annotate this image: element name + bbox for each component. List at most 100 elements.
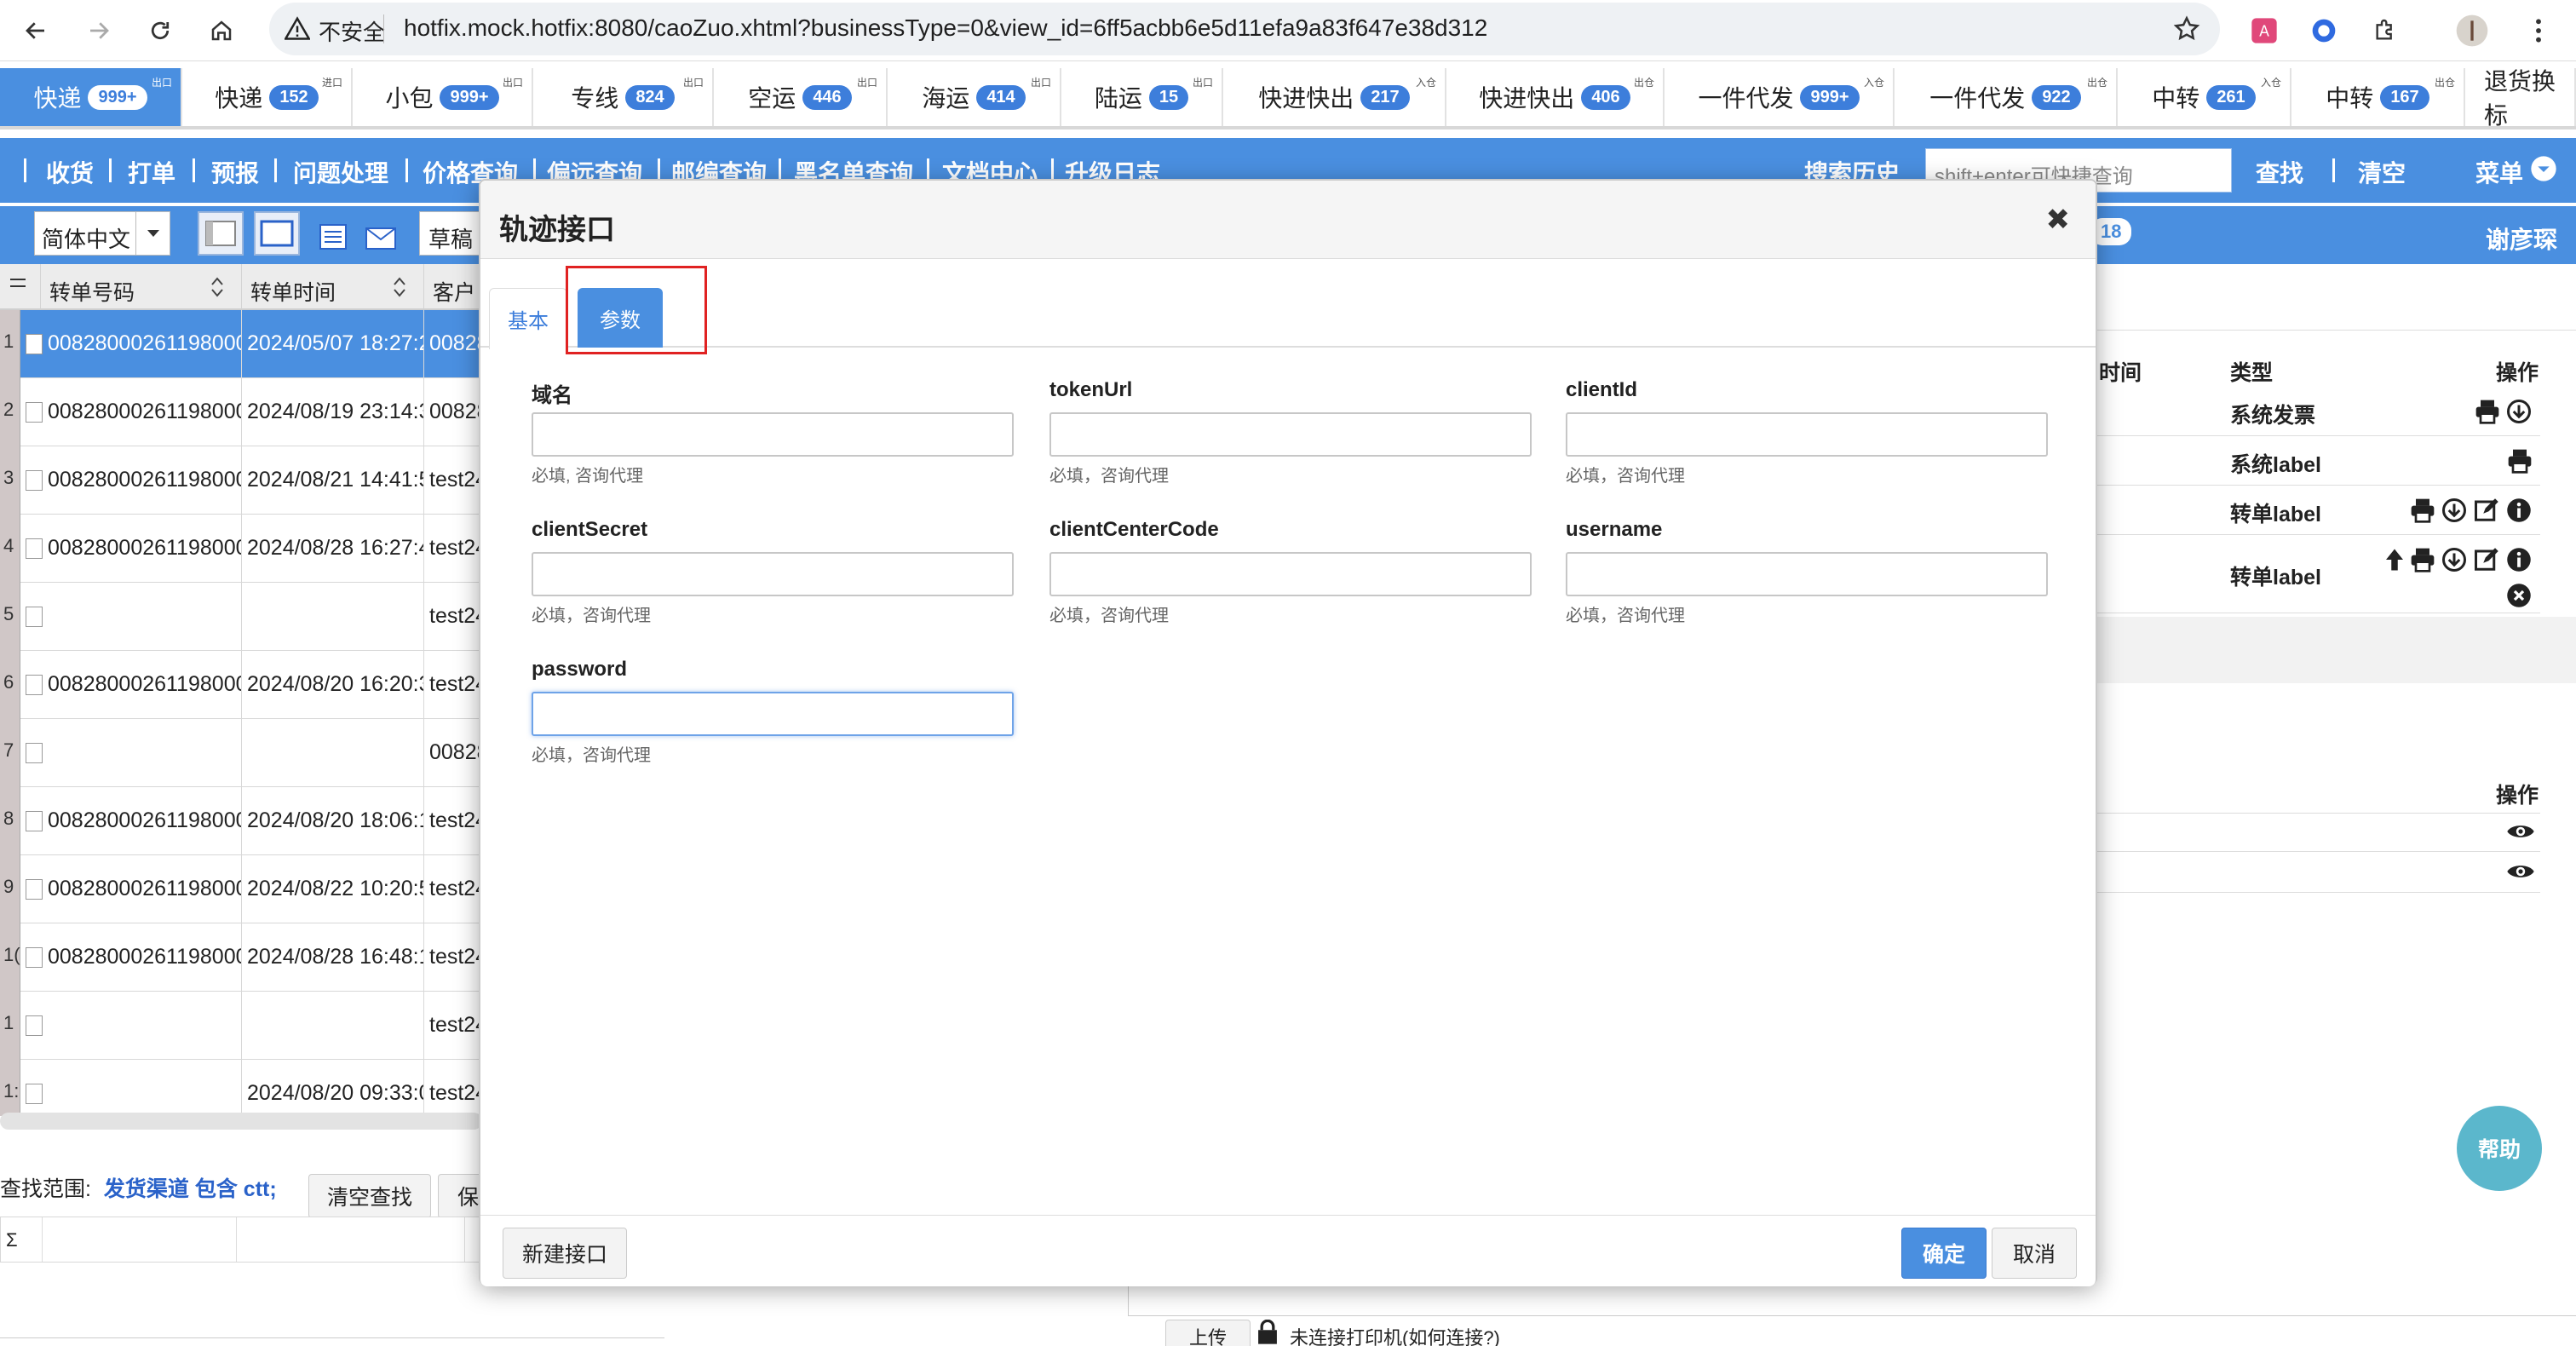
profile-avatar-icon[interactable] — [2453, 12, 2491, 49]
scope-value[interactable]: 发货渠道 包含 ctt; — [104, 1177, 277, 1201]
tree-icon[interactable] — [2382, 547, 2407, 572]
row-checkbox[interactable] — [26, 607, 43, 627]
tab-return-relabel[interactable]: 退货换标 — [2465, 68, 2576, 129]
clientid-input[interactable] — [1566, 412, 2048, 457]
row-checkbox[interactable] — [26, 947, 43, 968]
draft-select[interactable]: 草稿 — [419, 211, 487, 256]
table-row[interactable]: 8 00828000261198000 2024/08/20 18:06:1 test… — [0, 787, 482, 855]
row-checkbox[interactable] — [26, 1015, 43, 1036]
row-checkbox[interactable] — [26, 811, 43, 831]
bookmark-star-icon[interactable] — [2172, 14, 2201, 43]
table-corner[interactable] — [0, 264, 41, 310]
menu-button[interactable]: 菜单 — [2475, 155, 2523, 189]
table-row[interactable]: 1: 2024/08/20 09:33:0 test24 — [0, 1060, 482, 1116]
new-interface-button[interactable]: 新建接口 — [503, 1228, 627, 1279]
menu-chevron-icon[interactable] — [2530, 155, 2557, 182]
delete-icon[interactable] — [2506, 583, 2532, 608]
tab-fast-in[interactable]: 快进快出 217 入仓 — [1223, 68, 1446, 126]
tab-transit-in[interactable]: 中转 261 入仓 — [2118, 68, 2291, 126]
url-text[interactable]: hotfix.mock.hotfix:8080/caoZuo.xhtml?bus… — [404, 14, 1487, 42]
download-icon[interactable] — [2506, 399, 2532, 424]
nav-forecast[interactable]: 预报 — [211, 155, 259, 189]
row-checkbox[interactable] — [26, 879, 43, 900]
confirm-button[interactable]: 确定 — [1901, 1228, 1987, 1279]
row-checkbox[interactable] — [26, 675, 43, 695]
table-row[interactable]: 1(00828000261198000 2024/08/28 16:48:1 tes… — [0, 923, 482, 992]
extensions-puzzle-icon[interactable] — [2366, 12, 2404, 49]
table-row[interactable]: 3 00828000261198000 2024/08/21 14:41:5 test… — [0, 446, 482, 515]
row-checkbox[interactable] — [26, 538, 43, 559]
edit-icon[interactable] — [2474, 498, 2499, 523]
eye-icon[interactable] — [2506, 860, 2535, 883]
tab-transit-out[interactable]: 中转 167 出仓 — [2291, 68, 2465, 126]
nav-print[interactable]: 打单 — [128, 155, 175, 189]
row-checkbox[interactable] — [26, 470, 43, 491]
table-row[interactable]: 6 00828000261198000 2024/08/20 16:20:3 test… — [0, 651, 482, 719]
tokenurl-input[interactable] — [1049, 412, 1532, 457]
eye-icon[interactable] — [2506, 820, 2535, 843]
tab-sea-freight[interactable]: 海运 414 出口 — [888, 68, 1061, 126]
download-icon[interactable] — [2441, 547, 2467, 572]
printer-icon[interactable] — [2409, 547, 2436, 572]
username-input[interactable] — [1566, 552, 2048, 596]
clientsecret-input[interactable] — [532, 552, 1014, 596]
back-icon[interactable] — [17, 12, 55, 49]
address-bar[interactable]: 不安全 hotfix.mock.hotfix:8080/caoZuo.xhtml… — [269, 3, 2220, 55]
row-checkbox[interactable] — [26, 334, 43, 354]
home-icon[interactable] — [203, 12, 240, 49]
table-row[interactable]: 7 00828 — [0, 719, 482, 787]
help-button[interactable]: 帮助 — [2457, 1106, 2542, 1191]
row-checkbox[interactable] — [26, 402, 43, 423]
clear-search-button[interactable]: 清空查找 — [308, 1174, 431, 1218]
cancel-button[interactable]: 取消 — [1992, 1228, 2077, 1279]
save-button[interactable]: 保 — [438, 1174, 482, 1218]
table-row[interactable]: 4 00828000261198000 2024/08/28 16:27:4 test… — [0, 515, 482, 583]
printer-icon[interactable] — [2409, 498, 2436, 523]
tab-express-import[interactable]: 快递 152 进口 — [182, 68, 353, 126]
layout-wide-icon[interactable] — [254, 211, 300, 256]
tab-fast-out[interactable]: 快进快出 406 出仓 — [1446, 68, 1665, 126]
tab-express-export[interactable]: 快递 999+ 出口 — [0, 68, 182, 126]
mail-icon[interactable] — [365, 227, 397, 250]
password-input[interactable] — [532, 692, 1014, 736]
horizontal-scrollbar[interactable] — [0, 1113, 482, 1130]
language-select[interactable]: 简体中文 — [34, 211, 170, 256]
upload-button[interactable]: 上传 — [1165, 1320, 1251, 1346]
sort-icon[interactable] — [210, 276, 224, 298]
clientcentercode-input[interactable] — [1049, 552, 1532, 596]
table-row[interactable]: 1 00828000261198000 2024/05/07 18:27:2 0082… — [0, 310, 482, 378]
download-icon[interactable] — [2441, 498, 2467, 523]
edit-icon[interactable] — [2474, 547, 2499, 572]
nav-receive[interactable]: 收货 — [46, 155, 94, 189]
column-header-code[interactable]: 转单号码 — [41, 264, 242, 310]
forward-icon[interactable] — [80, 12, 118, 49]
tab-dropship-in[interactable]: 一件代发 999+ 入仓 — [1665, 68, 1895, 126]
tab-small-parcel[interactable]: 小包 999+ 出口 — [353, 68, 533, 126]
printer-icon[interactable] — [2474, 399, 2501, 424]
table-row[interactable]: 2 00828000261198000 2024/08/19 23:14:3 0082… — [0, 378, 482, 446]
list-icon[interactable] — [319, 223, 348, 250]
tab-dedicated-line[interactable]: 专线 824 出口 — [533, 68, 714, 126]
close-icon[interactable]: ✖ — [2046, 203, 2071, 237]
column-header-time[interactable]: 转单时间 — [242, 264, 424, 310]
browser-menu-icon[interactable] — [2520, 12, 2557, 49]
current-user[interactable]: 谢彦琛 — [2486, 221, 2557, 256]
row-checkbox[interactable] — [26, 1084, 43, 1104]
clear-button[interactable]: 清空 — [2358, 155, 2406, 189]
tab-dropship-out[interactable]: 一件代发 922 出仓 — [1895, 68, 2118, 126]
table-row[interactable]: 5 test24 — [0, 583, 482, 651]
tab-air-freight[interactable]: 空运 446 出口 — [714, 68, 888, 126]
tab-basic[interactable]: 基本 — [489, 288, 567, 349]
sort-icon[interactable] — [393, 276, 406, 298]
nav-issue-handling[interactable]: 问题处理 — [293, 155, 388, 189]
printer-icon[interactable] — [2506, 448, 2533, 474]
tab-land-freight[interactable]: 陆运 15 出口 — [1061, 68, 1223, 126]
translate-extension-icon[interactable]: A — [2245, 12, 2283, 49]
column-header-customer[interactable]: 客户 — [424, 264, 482, 310]
info-icon[interactable] — [2506, 498, 2532, 523]
info-icon[interactable] — [2506, 547, 2532, 572]
printer-status[interactable]: 未连接打印机(如何连接?) — [1290, 1323, 1500, 1346]
row-checkbox[interactable] — [26, 743, 43, 763]
find-button[interactable]: 查找 — [2256, 155, 2303, 189]
table-row[interactable]: 9 00828000261198000 2024/08/22 10:20:5 test… — [0, 855, 482, 923]
